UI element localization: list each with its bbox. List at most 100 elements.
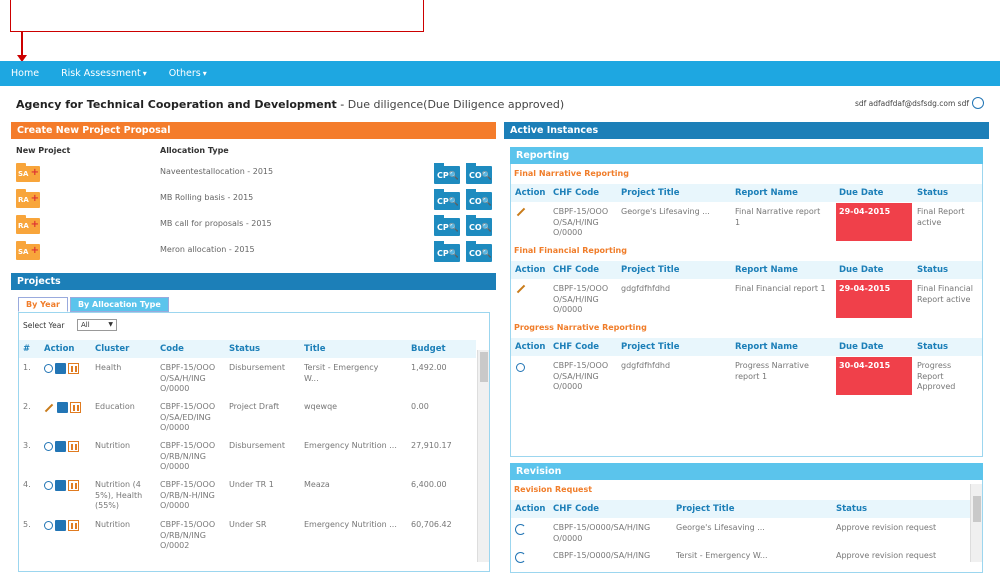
col-action: Action [515, 342, 546, 352]
user-label: sdf adfadfdaf@dsfsdg.com sdf [854, 98, 969, 108]
cp-button[interactable]: CP🔍 [434, 241, 460, 262]
col-cluster[interactable]: Cluster [95, 344, 129, 354]
cp-button[interactable]: CP🔍 [434, 163, 460, 184]
row-title: Meaza [304, 480, 330, 489]
projects-panel-title: Projects [11, 273, 496, 290]
revision-edit-icon[interactable] [515, 524, 526, 535]
search-icon[interactable] [972, 97, 984, 109]
co-button[interactable]: CO🔍 [466, 163, 492, 184]
chevron-down-icon: ▼ [108, 321, 113, 328]
co-button[interactable]: CO🔍 [466, 189, 492, 210]
cp-label: CP [437, 171, 449, 180]
row-num: 3. [23, 441, 31, 450]
revision-project: George's Lifesaving ... [676, 523, 765, 532]
badge-label: SA [18, 248, 29, 256]
plus-icon: + [30, 219, 39, 230]
print-icon[interactable] [55, 441, 66, 452]
edit-icon[interactable] [44, 402, 55, 413]
row-status: Project Draft [229, 402, 280, 411]
col-action: Action [515, 188, 546, 198]
chart-icon[interactable] [70, 402, 81, 413]
revision-title: Revision [510, 463, 983, 480]
nav-home[interactable]: Home [0, 68, 50, 79]
row-code[interactable]: CBPF-15/OOO O/SA/ED/ING O/0000 [160, 402, 215, 434]
revision-scrollbar[interactable] [970, 484, 982, 562]
cp-label: CP [437, 197, 449, 206]
row-code[interactable]: CBPF-15/OOO O/RB/N/ING O/0002 [160, 520, 215, 552]
title-separator: - [336, 98, 348, 111]
col-status[interactable]: Status [229, 344, 260, 354]
view-icon[interactable] [44, 442, 53, 451]
view-icon[interactable] [516, 363, 525, 372]
col-chf-code: CHF Code [553, 265, 600, 275]
col-num[interactable]: # [23, 344, 30, 354]
page-title: Agency for Technical Cooperation and Dev… [16, 98, 564, 111]
view-icon[interactable] [44, 481, 53, 490]
print-icon[interactable] [55, 363, 66, 374]
row-code[interactable]: CBPF-15/OOO O/RB/N-H/ING O/0000 [160, 480, 215, 512]
col-project-title: Project Title [621, 342, 680, 352]
chart-icon[interactable] [68, 441, 79, 452]
col-code[interactable]: Code [160, 344, 184, 354]
scroll-thumb[interactable] [480, 352, 488, 382]
report-status: Final Report active [917, 207, 965, 227]
folder-add-icon[interactable]: RA + [16, 215, 40, 234]
col-project-title: Project Title [621, 188, 680, 198]
row-title: Emergency Nutrition ... [304, 520, 397, 529]
pencil-shape [44, 403, 54, 413]
nav-risk-assessment[interactable]: Risk Assessment ▾ [50, 68, 158, 79]
report-name: Progress Narrative report 1 [735, 361, 809, 381]
chart-icon[interactable] [68, 520, 79, 531]
co-label: CO [469, 197, 482, 206]
chart-icon[interactable] [68, 363, 79, 374]
view-icon[interactable] [44, 521, 53, 530]
folder-add-icon[interactable]: SA + [16, 241, 40, 260]
folder-add-icon[interactable]: RA + [16, 189, 40, 208]
proposal-row: RA + MB call for proposals - 2015 CP🔍 CO🔍 [16, 215, 492, 238]
print-icon[interactable] [55, 520, 66, 531]
report-name: Final Financial report 1 [735, 284, 826, 293]
tab-by-year[interactable]: By Year [18, 297, 68, 312]
col-title[interactable]: Title [304, 344, 325, 354]
row-code[interactable]: CBPF-15/OOO O/SA/H/ING O/0000 [160, 363, 215, 395]
row-num: 5. [23, 520, 31, 529]
user-info: sdf adfadfdaf@dsfsdg.com sdf [855, 97, 984, 109]
row-code[interactable]: CBPF-15/OOO O/RB/N/ING O/0000 [160, 441, 215, 473]
col-allocation-type: Allocation Type [160, 146, 229, 155]
cp-button[interactable]: CP🔍 [434, 215, 460, 236]
badge-label: RA [18, 222, 29, 230]
active-instances-title: Active Instances [504, 122, 989, 139]
row-num: 4. [23, 480, 31, 489]
section-label: Final Narrative Reporting [514, 169, 629, 178]
row-actions [44, 363, 79, 374]
org-name: Agency for Technical Cooperation and Dev… [16, 98, 337, 111]
year-select[interactable]: All ▼ [77, 319, 117, 331]
col-due-date: Due Date [839, 342, 884, 352]
projects-scrollbar[interactable] [477, 350, 489, 562]
tab-by-allocation-type[interactable]: By Allocation Type [69, 297, 169, 312]
folder-add-icon[interactable]: SA + [16, 163, 40, 182]
print-icon[interactable] [57, 402, 68, 413]
print-icon[interactable] [55, 480, 66, 491]
annotation-callout [10, 0, 424, 32]
co-button[interactable]: CO🔍 [466, 215, 492, 236]
report-project: gdgfdfhfdhd [621, 361, 671, 370]
cp-button[interactable]: CP🔍 [434, 189, 460, 210]
revision-edit-icon[interactable] [515, 552, 526, 563]
col-budget[interactable]: Budget [411, 344, 446, 354]
revision-project: Tersit - Emergency W... [676, 551, 768, 560]
row-cluster: Nutrition [95, 441, 131, 450]
report-chf-code: CBPF-15/OOO O/SA/H/ING O/0000 [553, 361, 609, 391]
co-button[interactable]: CO🔍 [466, 241, 492, 262]
scroll-thumb[interactable] [973, 496, 981, 522]
nav-others[interactable]: Others ▾ [158, 68, 218, 79]
plus-icon: + [30, 193, 39, 204]
col-chf-code: CHF Code [553, 504, 600, 514]
row-status: Under TR 1 [229, 480, 274, 489]
chart-icon[interactable] [68, 480, 79, 491]
revision-request-label: Revision Request [514, 485, 593, 494]
due-date-badge: 30-04-2015 [836, 357, 912, 395]
cp-label: CP [437, 223, 449, 232]
view-icon[interactable] [44, 364, 53, 373]
due-date-badge: 29-04-2015 [836, 280, 912, 318]
